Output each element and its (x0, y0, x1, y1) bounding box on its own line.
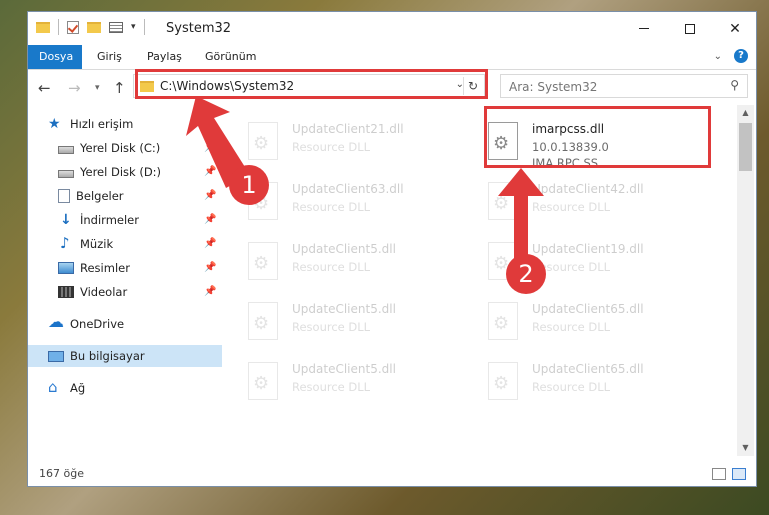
annotation-arrows (186, 96, 544, 258)
step-2-badge: 2 (506, 254, 546, 294)
step-1-badge: 1 (229, 165, 269, 205)
arrow-2-shape (498, 168, 544, 258)
